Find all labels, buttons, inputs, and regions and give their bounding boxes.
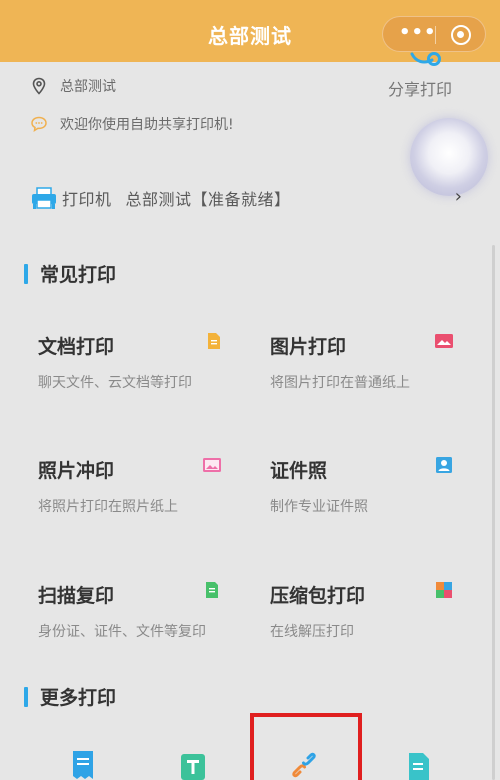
chevron-right-icon: › [454, 186, 462, 207]
tile-photo-print[interactable]: 照片冲印 将照片打印在照片纸上 [38, 456, 238, 536]
tile-title: 图片打印 [270, 336, 347, 358]
printer-label: 打印机 [62, 190, 112, 209]
picture-icon [435, 334, 453, 348]
tile-archive-print[interactable]: 压缩包打印 在线解压打印 [270, 581, 470, 661]
receipt-icon[interactable] [70, 750, 96, 780]
share-icon [410, 52, 441, 66]
share-print-label: 分享打印 [388, 80, 453, 99]
printer-status-text: 总部测试【准备就绪】 [125, 190, 291, 209]
more-options-icon[interactable]: ••• [399, 24, 436, 43]
mini-program-capsule: ••• [382, 16, 486, 52]
photo-icon [203, 458, 221, 472]
tile-title: 压缩包打印 [270, 585, 366, 607]
section-common-print: 常见打印 [24, 260, 116, 287]
location-pin-icon [32, 77, 46, 95]
tile-subtitle: 聊天文件、云文档等打印 [38, 375, 192, 391]
section-accent-bar [24, 686, 28, 707]
tile-title: 照片冲印 [38, 460, 115, 482]
document-icon [208, 333, 220, 349]
tile-subtitle: 将图片打印在普通纸上 [270, 375, 410, 391]
tile-title: 证件照 [270, 460, 328, 482]
section-accent-bar [24, 263, 28, 284]
tile-subtitle: 将照片打印在照片纸上 [38, 499, 178, 515]
section-title: 更多打印 [40, 687, 117, 709]
scan-icon [206, 582, 218, 598]
tile-picture-print[interactable]: 图片打印 将图片打印在普通纸上 [270, 332, 470, 412]
printer-status-row[interactable]: 打印机 总部测试【准备就绪】 › [30, 180, 470, 216]
tile-subtitle: 身份证、证件、文件等复印 [38, 624, 206, 640]
welcome-text: 欢迎你使用自助共享打印机! [60, 117, 234, 133]
welcome-row: 欢迎你使用自助共享打印机! [30, 114, 234, 134]
link-icon[interactable] [291, 750, 317, 780]
capsule-divider [435, 26, 436, 44]
tile-scan-copy[interactable]: 扫描复印 身份证、证件、文件等复印 [38, 581, 238, 661]
id-photo-icon [436, 457, 452, 473]
text-icon[interactable] [180, 750, 206, 780]
close-mini-program-icon[interactable] [451, 25, 471, 45]
tile-subtitle: 在线解压打印 [270, 624, 354, 640]
scrollbar[interactable] [492, 245, 495, 780]
printer-icon [32, 187, 56, 209]
section-more-print: 更多打印 [24, 683, 116, 710]
tile-document-print[interactable]: 文档打印 聊天文件、云文档等打印 [38, 332, 238, 412]
archive-icon [436, 582, 452, 598]
section-title: 常见打印 [40, 264, 117, 286]
tile-subtitle: 制作专业证件照 [270, 499, 368, 515]
location-text: 总部测试 [60, 79, 116, 95]
tile-title: 扫描复印 [38, 585, 115, 607]
file-edit-icon[interactable] [406, 750, 432, 780]
tile-title: 文档打印 [38, 336, 115, 358]
tile-id-photo[interactable]: 证件照 制作专业证件照 [270, 456, 470, 536]
location-row: 总部测试 [30, 76, 116, 96]
chat-bubble-icon [31, 116, 47, 133]
share-print-button[interactable]: 分享打印 [384, 50, 474, 99]
